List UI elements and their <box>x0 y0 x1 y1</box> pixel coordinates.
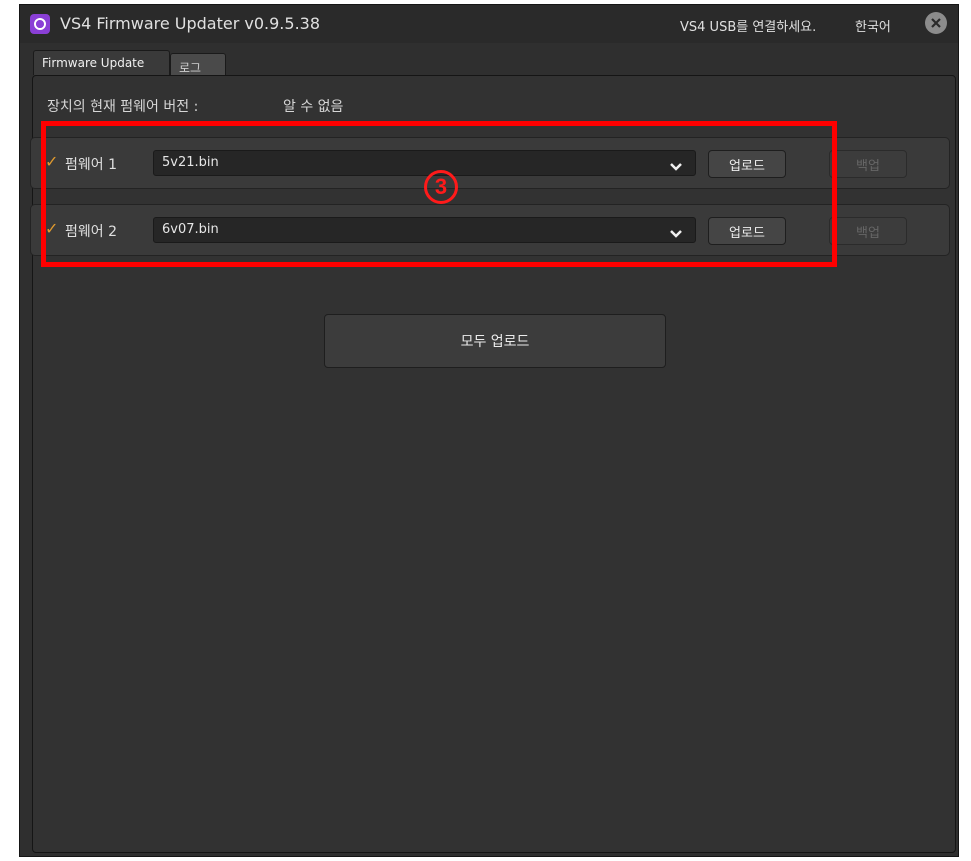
current-version-label: 장치의 현재 펌웨어 버전 : <box>47 99 199 115</box>
tab-log[interactable]: 로그 <box>170 53 226 75</box>
upload-all-button[interactable]: 모두 업로드 <box>324 314 666 368</box>
firmware-1-backup-button: 백업 <box>829 150 907 178</box>
close-icon[interactable] <box>925 12 947 34</box>
tab-firmware-update[interactable]: Firmware Update <box>33 50 170 75</box>
window-title: VS4 Firmware Updater v0.9.5.38 <box>60 14 321 33</box>
app-logo-icon <box>30 14 50 34</box>
connection-status: VS4 USB를 연결하세요. <box>680 20 817 35</box>
language-selector[interactable]: 한국어 <box>855 16 891 35</box>
annotation-marker: 3 <box>424 170 458 204</box>
title-bar: VS4 Firmware Updater v0.9.5.38 VS4 USB를 … <box>20 5 958 43</box>
firmware-2-backup-button: 백업 <box>829 217 907 245</box>
current-version-value: 알 수 없음 <box>283 99 344 115</box>
